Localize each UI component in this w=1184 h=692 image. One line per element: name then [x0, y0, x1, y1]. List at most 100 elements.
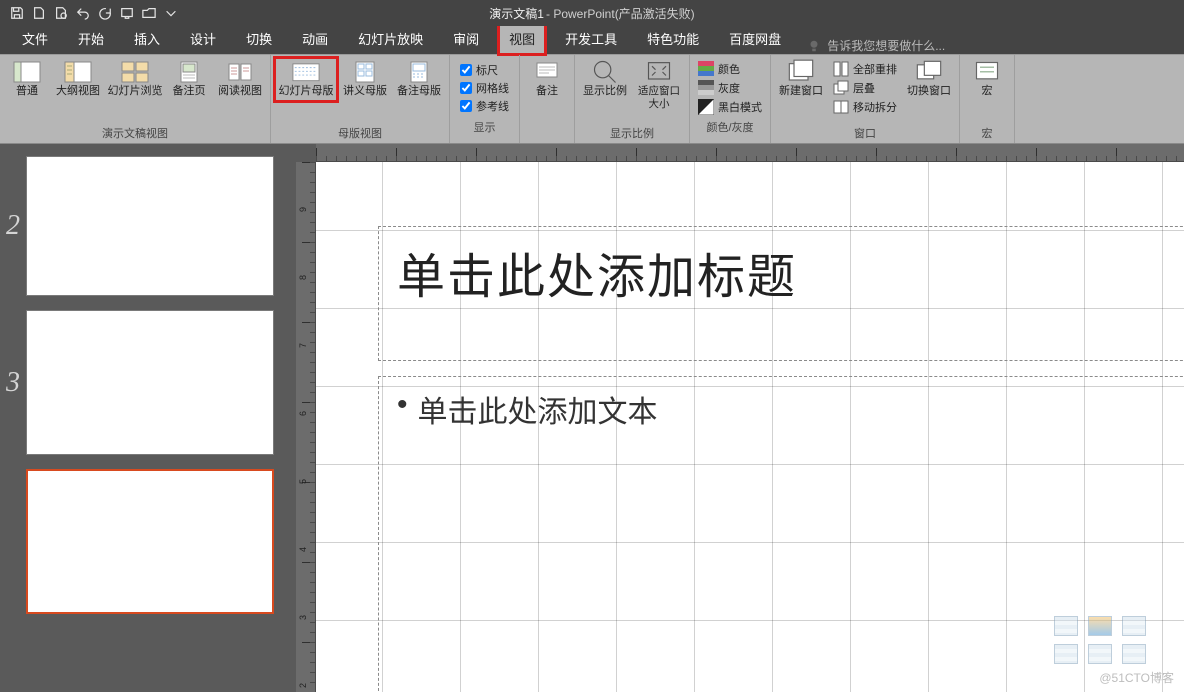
group-label-window: 窗口	[775, 124, 955, 143]
tab-insert[interactable]: 插入	[124, 24, 170, 54]
slide-canvas-area[interactable]: 单击此处添加标题 • 单击此处添加文本	[316, 162, 1184, 692]
watermark-icons	[1054, 616, 1146, 664]
btn-new-window[interactable]: 新建窗口	[775, 58, 827, 101]
btn-slide-master[interactable]: 幻灯片母版	[275, 58, 337, 101]
btn-slide-sorter[interactable]: 幻灯片浏览	[106, 58, 164, 101]
slide-master-icon	[292, 61, 320, 83]
print-preview-icon[interactable]	[52, 4, 70, 22]
tab-design[interactable]: 设计	[180, 24, 226, 54]
btn-normal-view[interactable]: 普通	[4, 58, 50, 101]
doc-title: 演示文稿1	[489, 5, 544, 22]
chk-gridlines-input[interactable]	[460, 82, 472, 94]
chk-ruler[interactable]: 标尺	[460, 62, 509, 78]
title-bar: 演示文稿1 - PowerPoint(产品激活失败)	[0, 0, 1184, 26]
group-label-master-views: 母版视图	[275, 124, 445, 143]
reading-view-icon	[226, 61, 254, 83]
btn-move-split[interactable]: 移动拆分	[831, 98, 899, 116]
ruler-horizontal[interactable]	[316, 144, 1184, 162]
outline-view-icon	[64, 61, 92, 83]
menu-tabs: 文件 开始 插入 设计 切换 动画 幻灯片放映 审阅 视图 开发工具 特色功能 …	[0, 26, 1184, 54]
btn-blackwhite[interactable]: 黑白模式	[696, 98, 764, 116]
ribbon: 普通 大纲视图 幻灯片浏览 备注页 阅读视图 演示文稿视图	[0, 54, 1184, 144]
tab-baidu[interactable]: 百度网盘	[719, 24, 791, 54]
thumb-number: 2	[6, 210, 20, 242]
group-label-show: 显示	[454, 118, 515, 137]
slideshow-icon[interactable]	[118, 4, 136, 22]
save-icon[interactable]	[8, 4, 26, 22]
btn-switch-window[interactable]: 切换窗口	[903, 58, 955, 101]
group-master-views: 幻灯片母版 讲义母版 备注母版 母版视图	[271, 55, 450, 143]
slide-thumbnail[interactable]	[26, 156, 274, 296]
group-zoom: 显示比例 适应窗口大小 显示比例	[575, 55, 690, 143]
title-placeholder[interactable]: 单击此处添加标题	[378, 226, 1184, 361]
slide-thumbnail[interactable]	[26, 310, 274, 455]
grayscale-icon	[698, 80, 714, 96]
fit-window-icon	[645, 61, 673, 83]
btn-cascade[interactable]: 层叠	[831, 79, 899, 97]
slide[interactable]: 单击此处添加标题 • 单击此处添加文本	[316, 162, 1184, 692]
new-icon[interactable]	[30, 4, 48, 22]
group-show: 标尺 网格线 参考线 显示	[450, 55, 520, 143]
chk-gridlines[interactable]: 网格线	[460, 80, 509, 96]
handout-master-icon	[351, 61, 379, 83]
chk-guides[interactable]: 参考线	[460, 98, 509, 114]
color-icon	[698, 61, 714, 77]
ruler-vertical[interactable]: 9 8 7 6 5 4 3 2	[296, 162, 316, 692]
bullet-dot-icon: •	[397, 387, 408, 431]
group-color: 颜色 灰度 黑白模式 颜色/灰度	[690, 55, 771, 143]
chk-guides-input[interactable]	[460, 100, 472, 112]
zoom-icon	[591, 61, 619, 83]
title-placeholder-text: 单击此处添加标题	[397, 237, 1184, 307]
btn-notes[interactable]: 备注	[524, 58, 570, 101]
tell-me-search[interactable]: 告诉我您想要做什么...	[807, 37, 945, 54]
thumb-number: 3	[6, 367, 20, 399]
undo-icon[interactable]	[74, 4, 92, 22]
btn-zoom[interactable]: 显示比例	[579, 58, 631, 101]
btn-notes-page[interactable]: 备注页	[166, 58, 212, 101]
app-title-suffix: - PowerPoint(产品激活失败)	[546, 5, 695, 22]
slide-editor: 9 8 7 6 5 4 3 2 单击此处添加标题 • 单击此处添加文本	[296, 144, 1184, 692]
group-label-zoom: 显示比例	[579, 124, 685, 143]
btn-arrange-all[interactable]: 全部重排	[831, 60, 899, 78]
window-title: 演示文稿1 - PowerPoint(产品激活失败)	[489, 5, 694, 22]
body-bullet: • 单击此处添加文本	[397, 387, 1184, 431]
tab-file[interactable]: 文件	[12, 24, 58, 54]
bulb-icon	[807, 39, 821, 53]
btn-notes-master[interactable]: 备注母版	[393, 58, 445, 101]
tab-developer[interactable]: 开发工具	[555, 24, 627, 54]
slide-sorter-icon	[121, 61, 149, 83]
group-notes: 备注	[520, 55, 575, 143]
new-window-icon	[787, 61, 815, 83]
btn-color[interactable]: 颜色	[696, 60, 764, 78]
btn-reading-view[interactable]: 阅读视图	[214, 58, 266, 101]
notes-icon	[533, 61, 561, 83]
chk-ruler-input[interactable]	[460, 64, 472, 76]
tab-slideshow[interactable]: 幻灯片放映	[348, 24, 433, 54]
btn-fit-window[interactable]: 适应窗口大小	[633, 58, 685, 114]
notes-page-icon	[175, 61, 203, 83]
btn-outline-view[interactable]: 大纲视图	[52, 58, 104, 101]
qat-more-icon[interactable]	[162, 4, 180, 22]
group-label-color: 颜色/灰度	[694, 118, 766, 137]
group-macros: 宏 宏	[960, 55, 1015, 143]
btn-macros[interactable]: 宏	[964, 58, 1010, 101]
blackwhite-icon	[698, 99, 714, 115]
group-label-macros: 宏	[964, 124, 1010, 143]
redo-icon[interactable]	[96, 4, 114, 22]
btn-grayscale[interactable]: 灰度	[696, 79, 764, 97]
tab-view[interactable]: 视图	[499, 24, 545, 54]
open-folder-icon[interactable]	[140, 4, 158, 22]
slide-thumbnail-selected[interactable]	[26, 469, 274, 614]
tab-animations[interactable]: 动画	[292, 24, 338, 54]
tab-special[interactable]: 特色功能	[637, 24, 709, 54]
group-window: 新建窗口 全部重排 层叠 移动拆分 切换窗口 窗口	[771, 55, 960, 143]
tab-transitions[interactable]: 切换	[236, 24, 282, 54]
tab-home[interactable]: 开始	[68, 24, 114, 54]
cascade-icon	[833, 80, 849, 96]
btn-handout-master[interactable]: 讲义母版	[339, 58, 391, 101]
tab-review[interactable]: 审阅	[443, 24, 489, 54]
arrange-all-icon	[833, 61, 849, 77]
work-area: 2 3 9 8 7 6 5 4 3 2 单	[0, 144, 1184, 692]
notes-master-icon	[405, 61, 433, 83]
body-placeholder-text: 单击此处添加文本	[418, 387, 658, 431]
